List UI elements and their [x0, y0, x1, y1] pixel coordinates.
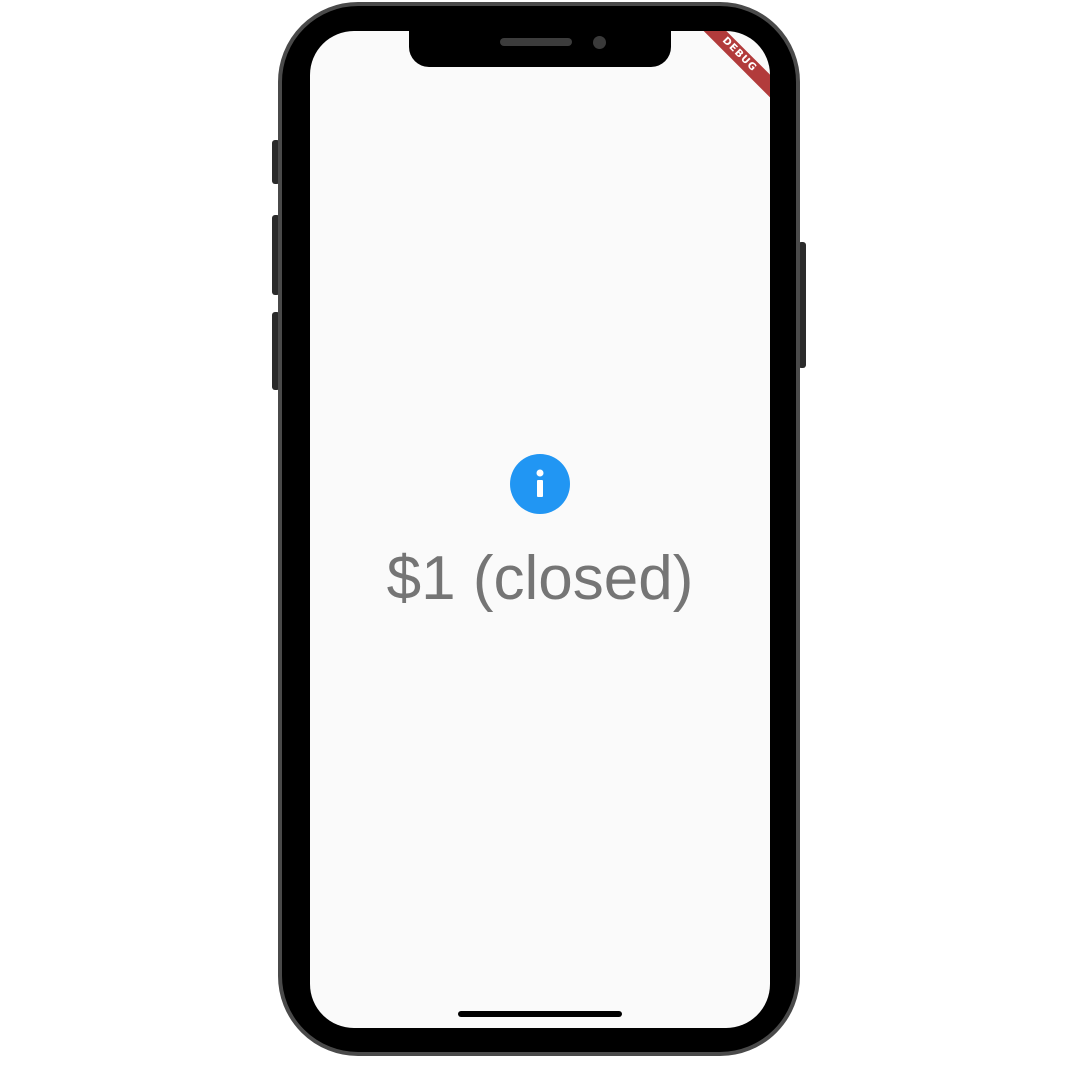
front-camera [593, 36, 606, 49]
info-icon [510, 454, 570, 514]
app-screen: DEBUG $1 (closed) [310, 31, 770, 1028]
status-panel: $1 (closed) [310, 454, 770, 614]
notch [409, 31, 671, 67]
status-text: $1 (closed) [386, 544, 694, 613]
speaker-grille [500, 38, 572, 46]
device-mockup: DEBUG $1 (closed) [0, 0, 1080, 1080]
home-indicator[interactable] [458, 1011, 622, 1017]
